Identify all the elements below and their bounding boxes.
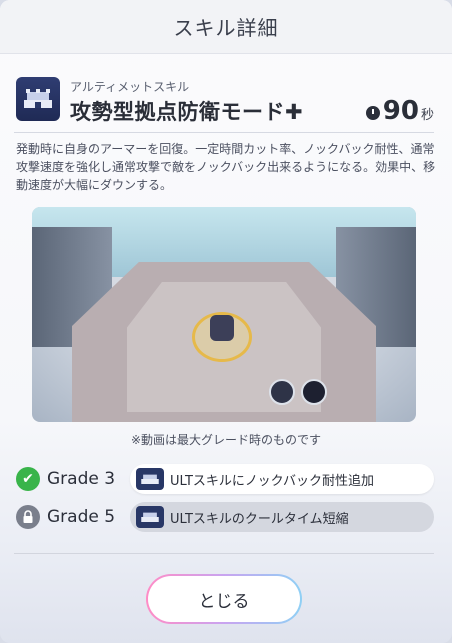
video-skill-button-icon: [301, 379, 327, 405]
skill-description: 発動時に自身のアーマーを回復。一定時間カット率、ノックバック耐性、通常攻撃速度を…: [16, 142, 436, 192]
fortress-icon: [136, 468, 164, 490]
cooldown: 90 秒: [365, 96, 434, 126]
skill-detail-dialog: スキル詳細 アルティメットスキル 攻勢型拠点防衛モード✚ 90 秒 発動時に自身…: [0, 0, 452, 643]
grade-row: ✔ Grade 3 ULTスキルにノックバック耐性追加: [16, 464, 436, 494]
video-skill-button-icon: [269, 379, 295, 405]
cooldown-unit: 秒: [420, 108, 434, 123]
lock-icon: [16, 505, 40, 529]
skill-type-label: アルティメットスキル: [70, 80, 190, 94]
fortress-icon: [136, 506, 164, 528]
divider: [14, 553, 434, 554]
skill-name: 攻勢型拠点防衛モード✚: [70, 100, 304, 124]
cooldown-value: 90: [382, 96, 419, 126]
grade-bonus-pill: ULTスキルのクールタイム短縮: [130, 502, 434, 532]
dialog-header: スキル詳細: [0, 0, 452, 54]
divider: [14, 132, 434, 133]
grade-bonus-pill: ULTスキルにノックバック耐性追加: [130, 464, 434, 494]
grade-bonus-text: ULTスキルのクールタイム短縮: [170, 511, 349, 527]
grade-label: Grade 3: [47, 469, 116, 489]
video-caption: ※動画は最大グレード時のものです: [130, 433, 322, 447]
fortress-icon: [16, 77, 60, 121]
close-button[interactable]: とじる: [146, 574, 302, 624]
grade-bonus-text: ULTスキルにノックバック耐性追加: [170, 473, 374, 489]
video-character: [210, 315, 234, 341]
check-icon: ✔: [16, 467, 40, 491]
grade-row: Grade 5 ULTスキルのクールタイム短縮: [16, 502, 436, 532]
dialog-title: スキル詳細: [173, 16, 279, 40]
grade-label: Grade 5: [47, 507, 116, 527]
clock-icon: [365, 106, 380, 120]
skill-preview-video[interactable]: [32, 207, 416, 422]
